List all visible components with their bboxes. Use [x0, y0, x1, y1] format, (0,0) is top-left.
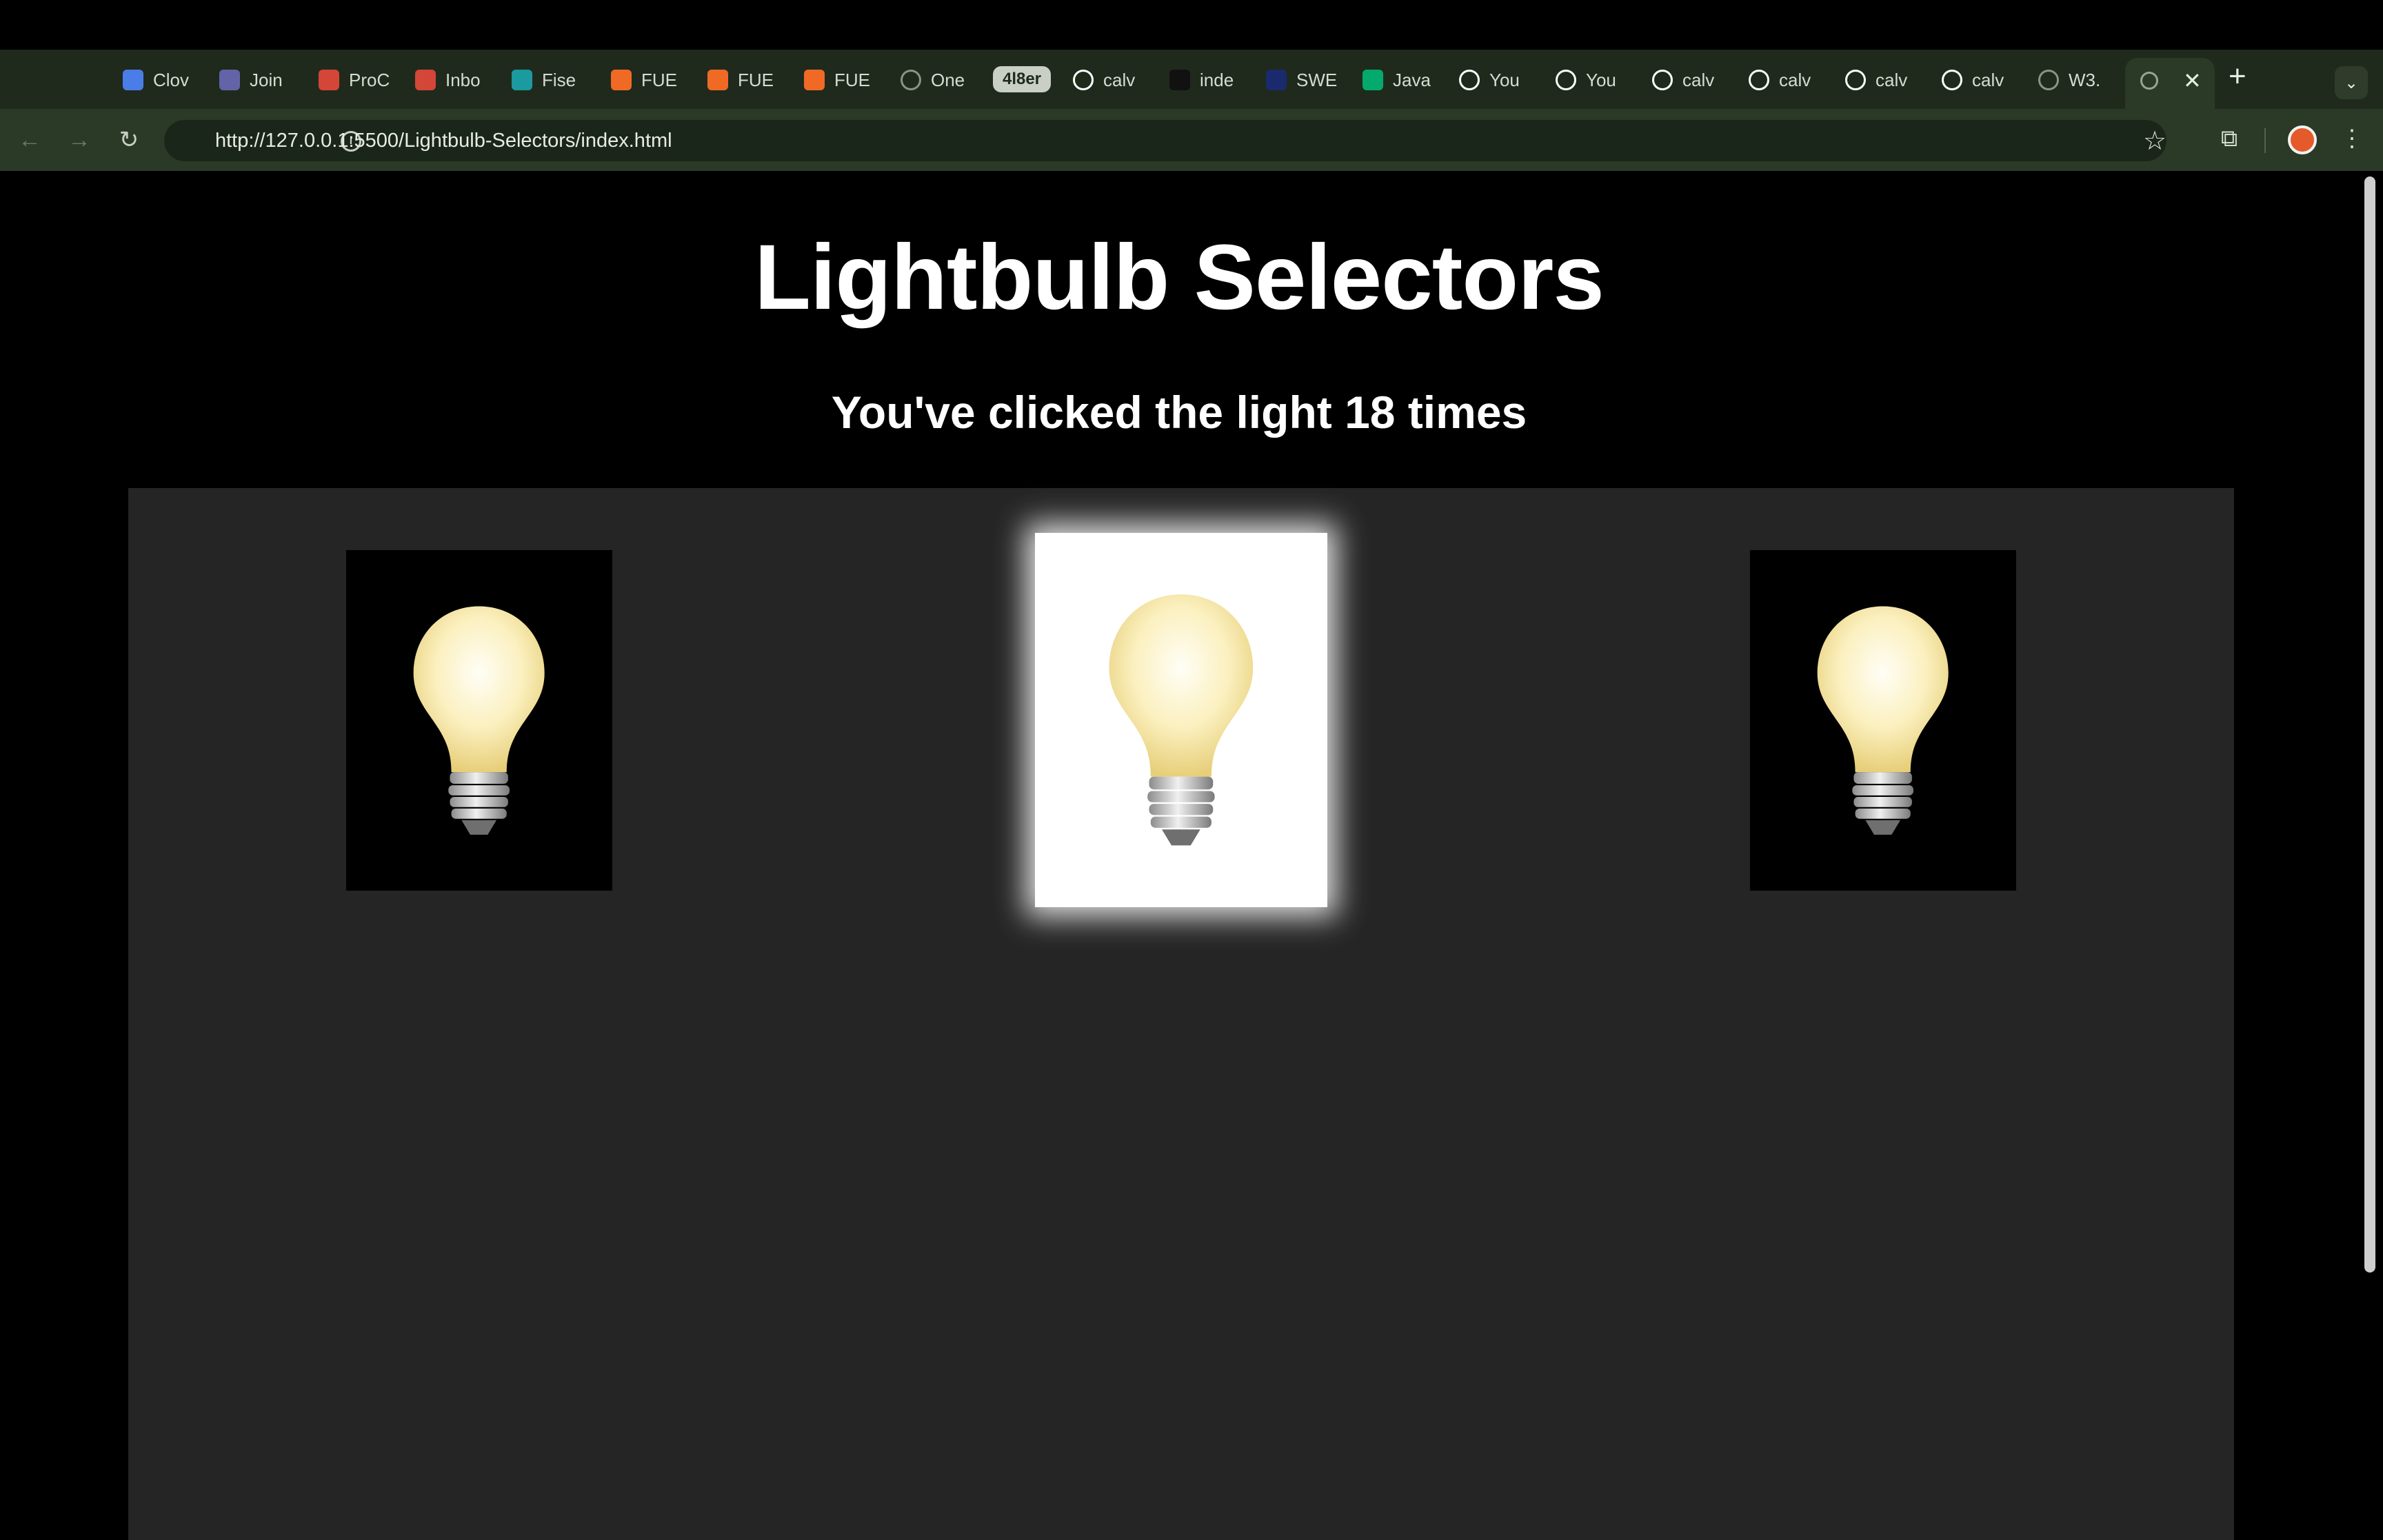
github-icon — [1845, 70, 1866, 90]
browser-tab[interactable]: FUE — [611, 62, 692, 98]
tab-label: FUE — [834, 69, 870, 90]
browser-tab[interactable]: Fise — [512, 62, 593, 98]
lightbulb-icon — [1109, 594, 1254, 846]
lightbulb-icon — [413, 606, 545, 835]
browser-tab[interactable]: Join — [219, 62, 301, 98]
browser-tab[interactable]: You — [1556, 62, 1637, 98]
tab-label: Inbo — [445, 69, 481, 90]
github-icon — [1749, 70, 1769, 90]
orange-square-icon — [611, 70, 632, 90]
lightbulb-1[interactable] — [346, 550, 612, 891]
browser-tab[interactable]: SWE — [1266, 62, 1347, 98]
tab-label: ProC — [349, 69, 390, 90]
github-icon — [1942, 70, 1962, 90]
tab-label: One — [931, 69, 965, 90]
extensions-icon[interactable]: ⧉ — [2212, 121, 2246, 156]
teams-icon — [219, 70, 240, 90]
github-icon — [1652, 70, 1673, 90]
browser-tab[interactable]: W3. — [2038, 62, 2120, 98]
browser-tab[interactable]: FUE — [707, 62, 789, 98]
browser-tab[interactable]: calv — [1073, 62, 1154, 98]
w3-icon — [1363, 70, 1383, 90]
sharepoint-icon — [512, 70, 532, 90]
lightbulb-3[interactable] — [1750, 550, 2016, 891]
swe-icon — [1266, 70, 1287, 90]
browser-toolbar: ← → ↻ i http://127.0.0.1:5500/Lightbulb-… — [0, 109, 2383, 171]
browser-tab[interactable]: One — [901, 62, 982, 98]
browser-tab[interactable]: You — [1459, 62, 1540, 98]
tab-label: W3. — [2069, 69, 2101, 90]
gmail-icon — [415, 70, 436, 90]
tab-label: SWE — [1296, 69, 1338, 90]
tab-label: calv — [1779, 69, 1811, 90]
browser-tab[interactable]: calv — [1749, 62, 1830, 98]
tab-label: Java — [1393, 69, 1431, 90]
tab-label: calv — [1972, 69, 2004, 90]
browser-tab[interactable]: Java — [1363, 62, 1444, 98]
orange-square-icon — [804, 70, 825, 90]
tab-label: Clov — [153, 69, 190, 90]
tab-label: You — [1586, 69, 1616, 90]
tab-label: calv — [1103, 69, 1136, 90]
tab-active[interactable]: ✕ — [2125, 58, 2215, 109]
browser-tab[interactable]: inde — [1169, 62, 1251, 98]
address-bar[interactable]: i http://127.0.0.1:5500/Lightbulb-Select… — [164, 120, 2166, 161]
browser-tab[interactable]: Inbo — [415, 62, 496, 98]
tab-label: calv — [1876, 69, 1908, 90]
globe-icon — [2140, 72, 2158, 90]
back-icon[interactable]: ← — [14, 124, 46, 156]
lightbulb-icon — [1817, 606, 1949, 835]
tab-label: FUE — [641, 69, 677, 90]
reload-icon[interactable]: ↻ — [113, 124, 145, 156]
toolbar-divider — [2264, 128, 2266, 153]
browser-tab[interactable]: calv — [1845, 62, 1927, 98]
profile-avatar[interactable] — [2288, 125, 2317, 154]
calendar-icon — [123, 70, 143, 90]
browser-tab[interactable]: ProC — [319, 62, 400, 98]
scrollbar-thumb[interactable] — [2364, 176, 2375, 1273]
menu-kebab-icon[interactable]: ⋮ — [2335, 121, 2369, 156]
github-icon — [1073, 70, 1094, 90]
github-icon — [1459, 70, 1480, 90]
tab-label: calv — [1682, 69, 1715, 90]
close-icon[interactable]: ✕ — [2183, 68, 2202, 94]
tab-label: Join — [250, 69, 283, 90]
new-tab-icon[interactable]: + — [2229, 59, 2246, 94]
github-icon — [1556, 70, 1576, 90]
tab-search-icon[interactable]: ⌄ — [2335, 66, 2368, 99]
gmail-icon — [319, 70, 339, 90]
browser-tab[interactable]: calv — [1652, 62, 1733, 98]
browser-tab[interactable]: FUE — [804, 62, 885, 98]
forward-icon[interactable]: → — [63, 124, 95, 156]
tab-label: You — [1489, 69, 1520, 90]
tab-label: Fise — [542, 69, 576, 90]
square-icon — [1169, 70, 1190, 90]
bookmark-star-icon[interactable]: ☆ — [2143, 125, 2166, 156]
window-titlebar — [0, 0, 2383, 50]
page-title: Lightbulb Selectors — [754, 226, 1605, 329]
tab-group-pill[interactable]: 4l8er — [993, 66, 1051, 92]
globe-icon — [2038, 70, 2059, 90]
lightbulb-2[interactable] — [1035, 533, 1327, 907]
click-counter: You've clicked the light 18 times — [831, 387, 1527, 438]
browser-tab[interactable]: Clov — [123, 62, 204, 98]
orange-square-icon — [707, 70, 728, 90]
tab-label: FUE — [738, 69, 774, 90]
browser-tab[interactable]: calv — [1942, 62, 2023, 98]
url-text: http://127.0.0.1:5500/Lightbulb-Selector… — [215, 130, 672, 152]
tab-label: inde — [1200, 69, 1234, 90]
globe-icon — [901, 70, 921, 90]
tab-strip: Clov Join ProC Inbo Fise FUE FUE FUE One calv inde… — [0, 50, 2383, 109]
